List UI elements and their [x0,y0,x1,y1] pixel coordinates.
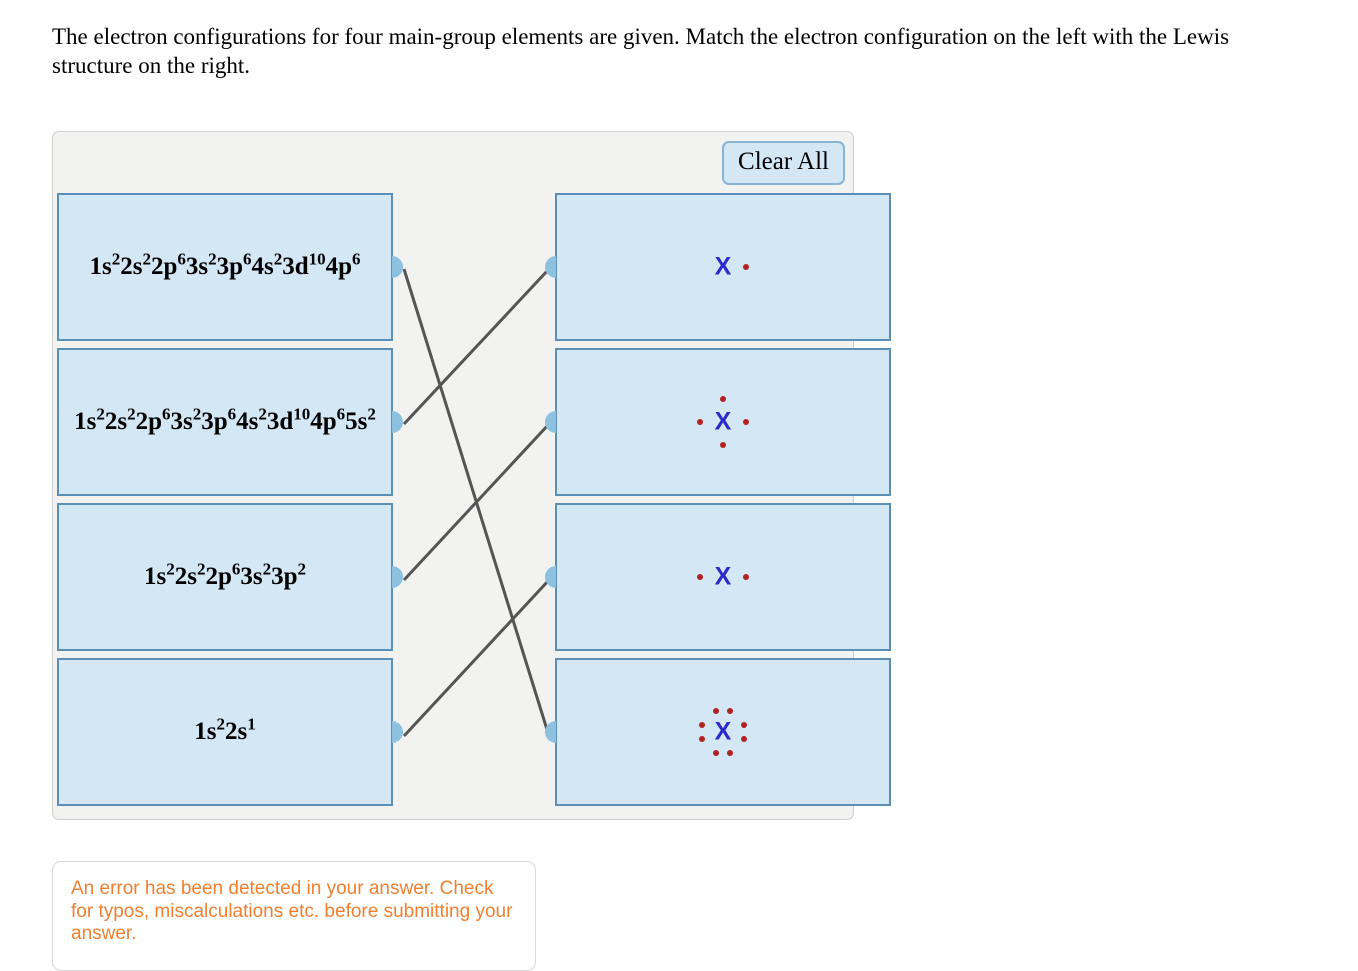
connector-nub-right-2[interactable] [545,411,556,433]
connector-nub-left-1[interactable] [392,256,403,278]
lewis-option-2[interactable]: X [545,348,891,496]
lewis-structure-3: X [691,545,755,609]
connector-nub-left-4[interactable] [392,721,403,743]
lewis-atom-symbol: X [714,252,732,281]
lewis-atom-symbol: X [714,407,732,436]
lewis-dot [713,708,719,714]
lewis-dot [720,442,726,448]
lewis-dot [743,264,749,270]
lewis-atom-symbol: X [714,562,732,591]
clear-all-button[interactable]: Clear All [722,141,845,185]
lewis-option-1[interactable]: X [545,193,891,341]
config-option-3[interactable]: 1s22s22p63s23p2 [57,503,403,651]
lewis-dot [697,419,703,425]
lewis-structure-column: X X X X [545,193,891,813]
error-message-box: An error has been detected in your answe… [52,861,536,971]
electron-configuration-column: 1s22s22p63s23p64s23d104p6 1s22s22p63s23p… [57,193,403,813]
lewis-dot [699,736,705,742]
lewis-dot [743,574,749,580]
connection-line [402,422,551,582]
lewis-dot [743,419,749,425]
lewis-dot [727,750,733,756]
question-prompt: The electron configurations for four mai… [52,24,1230,78]
lewis-dot [699,722,705,728]
connector-nub-left-3[interactable] [392,566,403,588]
matching-widget: Clear All 1s22s22p63s23p64s23d104p6 1s22… [52,131,891,820]
connector-nub-right-3[interactable] [545,566,556,588]
lewis-structure-4: X [691,700,755,764]
lewis-atom-symbol: X [714,717,732,746]
connection-line [402,578,551,738]
lewis-dot [727,708,733,714]
lewis-option-3[interactable]: X [545,503,891,651]
connection-line [402,267,551,426]
lewis-dot [741,722,747,728]
connector-nub-right-4[interactable] [545,721,556,743]
connection-line [402,268,551,737]
lewis-structure-2: X [691,390,755,454]
connector-nub-right-1[interactable] [545,256,556,278]
config-option-4[interactable]: 1s22s1 [57,658,403,806]
config-option-2[interactable]: 1s22s22p63s23p64s23d104p65s2 [57,348,403,496]
lewis-dot [713,750,719,756]
lewis-structure-1: X [691,235,755,299]
config-option-2-label: 1s22s22p63s23p64s23d104p65s2 [74,404,376,435]
lewis-dot [741,736,747,742]
lewis-dot [720,396,726,402]
lewis-dot [697,574,703,580]
error-message-text: An error has been detected in your answe… [71,878,513,944]
config-option-3-label: 1s22s22p63s23p2 [143,559,306,590]
config-option-1-label: 1s22s22p63s23p64s23d104p6 [89,249,361,280]
connector-nub-left-2[interactable] [392,411,403,433]
lewis-option-4[interactable]: X [545,658,891,806]
config-option-4-label: 1s22s1 [194,714,256,745]
config-option-1[interactable]: 1s22s22p63s23p64s23d104p6 [57,193,403,341]
